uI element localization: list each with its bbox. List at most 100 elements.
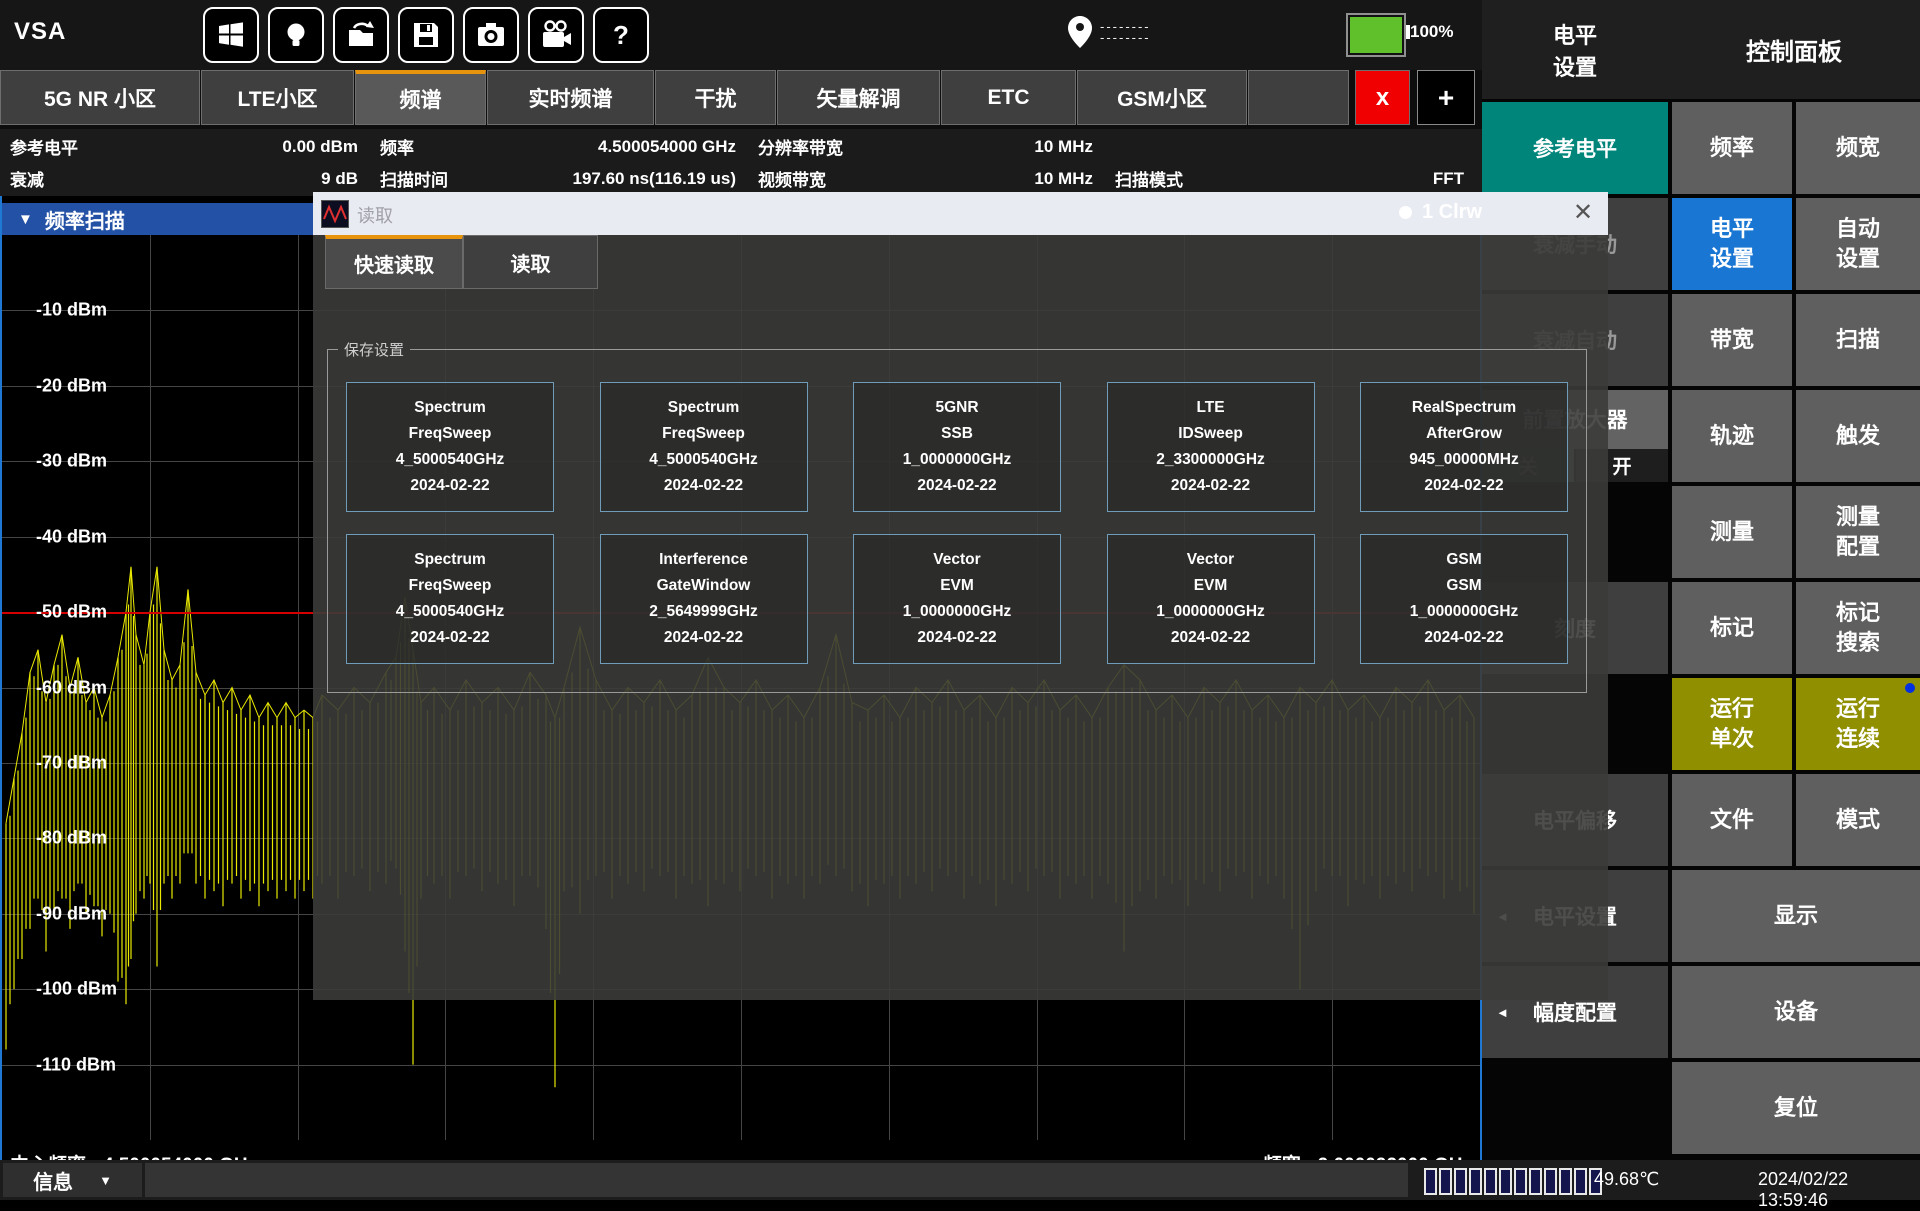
- run-single-button[interactable]: 运行 单次: [1672, 678, 1792, 770]
- measure-button[interactable]: 测量: [1672, 486, 1792, 578]
- vbw-value: 10 MHz: [1034, 169, 1093, 189]
- preset-card[interactable]: LTE IDSweep 2_3300000GHz 2024-02-22: [1107, 382, 1315, 512]
- chart-window-title-bar[interactable]: ▼ 频率扫描: [2, 203, 314, 236]
- dialog-title-bar[interactable]: 读取 1 Clrw ✕: [313, 192, 1608, 235]
- file-button[interactable]: 文件: [1672, 774, 1792, 866]
- y-axis-label: -50 dBm: [36, 602, 107, 623]
- progress-block: [1469, 1168, 1482, 1195]
- y-axis-label: -70 dBm: [36, 752, 107, 773]
- waveform-icon: [321, 200, 349, 228]
- back-arrow-icon: ◄: [1496, 1005, 1509, 1020]
- tab-interference[interactable]: 干扰: [655, 70, 776, 125]
- chevron-down-icon[interactable]: ▼: [18, 211, 33, 228]
- help-glyph: ?: [613, 20, 629, 51]
- tab-etc[interactable]: ETC: [941, 70, 1076, 125]
- location-pin-icon: [1068, 16, 1092, 48]
- progress-block: [1514, 1168, 1527, 1195]
- progress-block: [1529, 1168, 1542, 1195]
- auto-settings-button[interactable]: 自动 设置: [1796, 198, 1920, 290]
- temperature-readout: 49.68℃: [1594, 1169, 1659, 1190]
- device-button[interactable]: 设备: [1672, 966, 1920, 1058]
- saved-settings-group: 保存设置 Spectrum FreqSweep 4_5000540GHz 202…: [327, 339, 1587, 693]
- preset-card[interactable]: GSM GSM 1_0000000GHz 2024-02-22: [1360, 534, 1568, 664]
- dialog-body: 快速读取 读取 保存设置 Spectrum FreqSweep 4_500054…: [313, 235, 1608, 1000]
- camera-icon[interactable]: [463, 7, 519, 63]
- mode-button[interactable]: 模式: [1796, 774, 1920, 866]
- tab-5gnr-cell[interactable]: 5G NR 小区: [0, 70, 200, 125]
- trigger-button[interactable]: 触发: [1796, 390, 1920, 482]
- running-indicator-dot: [1905, 683, 1915, 693]
- y-axis-label: -30 dBm: [36, 451, 107, 472]
- frequency-button[interactable]: 频率: [1672, 102, 1792, 194]
- tab-realtime-spectrum[interactable]: 实时频谱: [487, 70, 654, 125]
- folder-rotate-icon[interactable]: [333, 7, 389, 63]
- progress-block: [1484, 1168, 1497, 1195]
- amplitude-config-label: 幅度配置: [1533, 997, 1617, 1027]
- measurement-tab-bar: 5G NR 小区 LTE小区 频谱 实时频谱 干扰 矢量解调 ETC GSM小区…: [0, 70, 1482, 129]
- ref-level-button[interactable]: 参考电平: [1482, 102, 1668, 194]
- tab-gsm-cell[interactable]: GSM小区: [1077, 70, 1247, 125]
- bandwidth-button[interactable]: 带宽: [1672, 294, 1792, 386]
- trace-legend: 1 Clrw: [1399, 201, 1482, 224]
- sweep-time-value: 197.60 ns(116.19 us): [572, 169, 736, 189]
- preset-card[interactable]: Vector EVM 1_0000000GHz 2024-02-22: [853, 534, 1061, 664]
- progress-block: [1499, 1168, 1512, 1195]
- trace-legend-label: 1 Clrw: [1422, 201, 1482, 224]
- tab-close-button[interactable]: x: [1355, 70, 1410, 125]
- tab-spectrum[interactable]: 频谱: [355, 70, 486, 125]
- level-menu-title: 电平 设置: [1482, 0, 1668, 99]
- tab-add-button[interactable]: +: [1417, 70, 1475, 125]
- tab-vector-demod[interactable]: 矢量解调: [777, 70, 940, 125]
- marker-button[interactable]: 标记: [1672, 582, 1792, 674]
- run-continuous-label: 运行 连续: [1836, 694, 1880, 754]
- vbw-label: 视频带宽: [758, 166, 826, 191]
- attenuation-label: 衰减: [10, 166, 44, 191]
- chart-window-title: 频率扫描: [45, 205, 125, 234]
- attenuation-value: 9 dB: [321, 169, 358, 189]
- trace-legend-dot: [1399, 206, 1412, 219]
- level-settings-panel-button[interactable]: 电平 设置: [1672, 198, 1792, 290]
- dialog-tab-quick-read[interactable]: 快速读取: [325, 235, 463, 289]
- bulb-icon[interactable]: [268, 7, 324, 63]
- save-icon[interactable]: [398, 7, 454, 63]
- top-bar: VSA ? -------- -------- 100%: [0, 0, 1482, 70]
- close-icon[interactable]: ✕: [1567, 196, 1599, 229]
- sweep-button[interactable]: 扫描: [1796, 294, 1920, 386]
- measurement-summary: 参考电平0.00 dBm 频率4.500054000 GHz 分辨率带宽10 M…: [0, 129, 1482, 196]
- ref-level-label: 参考电平: [10, 134, 78, 159]
- preset-card[interactable]: 5GNR SSB 1_0000000GHz 2024-02-22: [853, 382, 1061, 512]
- reset-button[interactable]: 复位: [1672, 1062, 1920, 1154]
- preset-card[interactable]: RealSpectrum AfterGrow 945_00000MHz 2024…: [1360, 382, 1568, 512]
- y-axis-label: -100 dBm: [36, 979, 117, 1000]
- app-logo: VSA: [14, 18, 66, 46]
- datetime-readout: 2024/02/22 13:59:46: [1758, 1169, 1920, 1211]
- help-icon[interactable]: ?: [593, 7, 649, 63]
- info-dropdown[interactable]: 信息 ▼: [3, 1163, 142, 1197]
- windows-icon[interactable]: [203, 7, 259, 63]
- video-icon[interactable]: [528, 7, 584, 63]
- y-axis-label: -10 dBm: [36, 300, 107, 321]
- preset-card[interactable]: Vector EVM 1_0000000GHz 2024-02-22: [1107, 534, 1315, 664]
- tab-empty-slot: [1248, 70, 1349, 125]
- status-bar: 信息 ▼ 49.68℃ 2024/02/22 13:59:46: [0, 1160, 1920, 1200]
- preset-card[interactable]: Spectrum FreqSweep 4_5000540GHz 2024-02-…: [600, 382, 808, 512]
- span-button[interactable]: 频宽: [1796, 102, 1920, 194]
- preset-card[interactable]: Spectrum FreqSweep 4_5000540GHz 2024-02-…: [346, 382, 554, 512]
- preset-card[interactable]: Spectrum FreqSweep 4_5000540GHz 2024-02-…: [346, 534, 554, 664]
- trace-button[interactable]: 轨迹: [1672, 390, 1792, 482]
- run-continuous-button[interactable]: 运行 连续: [1796, 678, 1920, 770]
- dialog-tab-read[interactable]: 读取: [463, 235, 598, 289]
- frequency-value: 4.500054000 GHz: [598, 137, 736, 157]
- display-button[interactable]: 显示: [1672, 870, 1920, 962]
- marker-search-button[interactable]: 标记 搜索: [1796, 582, 1920, 674]
- battery-fill: [1350, 17, 1402, 53]
- chevron-down-icon: ▼: [99, 1173, 112, 1188]
- preset-card[interactable]: Interference GateWindow 2_5649999GHz 202…: [600, 534, 808, 664]
- gps-status: -------- --------: [1068, 16, 1151, 48]
- measure-config-button[interactable]: 测量 配置: [1796, 486, 1920, 578]
- read-dialog: 读取 1 Clrw ✕ 快速读取 读取 保存设置 Spectrum FreqSw…: [313, 192, 1608, 1000]
- status-message-area: [145, 1163, 1408, 1197]
- info-dropdown-label: 信息: [33, 1166, 73, 1195]
- saved-settings-group-label: 保存设置: [338, 339, 410, 360]
- tab-lte-cell[interactable]: LTE小区: [201, 70, 354, 125]
